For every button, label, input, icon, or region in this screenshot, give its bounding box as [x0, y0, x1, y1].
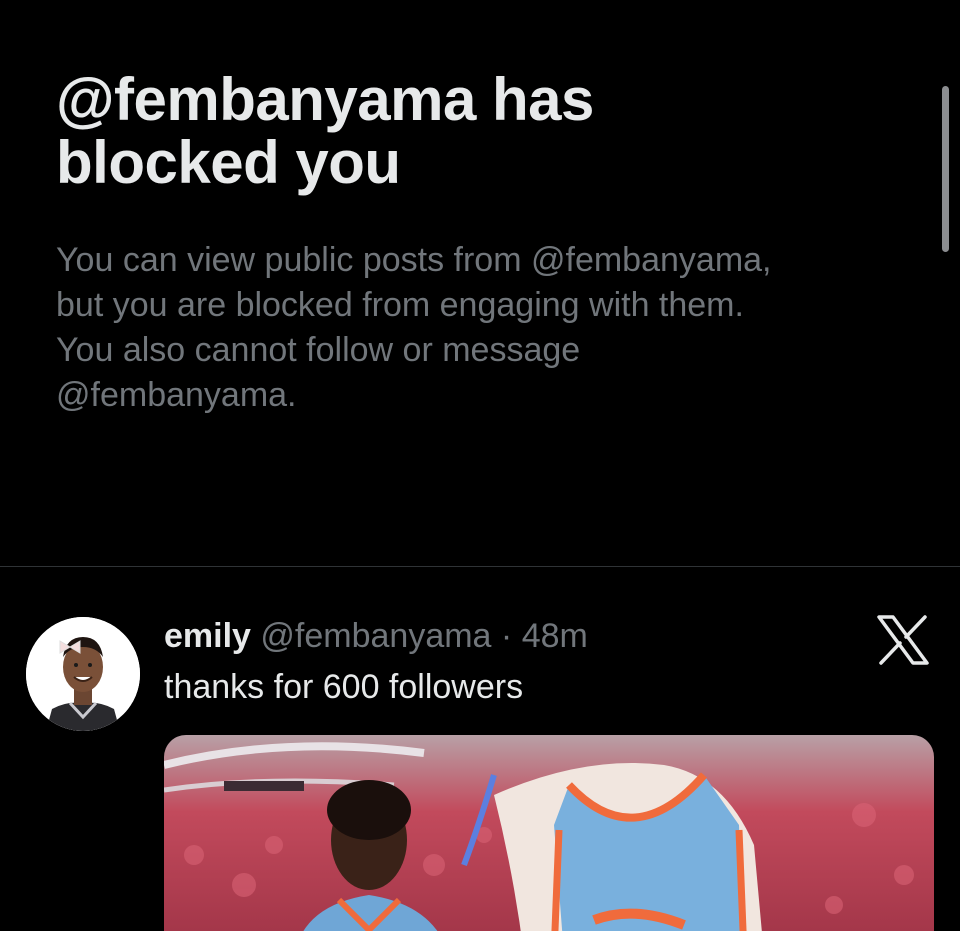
- x-logo-icon[interactable]: [876, 615, 930, 665]
- post-handle[interactable]: @fembanyama: [260, 617, 491, 655]
- scrollbar[interactable]: [942, 86, 949, 252]
- blocked-profile-screen: @fembanyama has blocked you You can view…: [0, 0, 960, 931]
- post-timestamp[interactable]: 48m: [522, 617, 588, 655]
- post-text: thanks for 600 followers: [164, 668, 524, 706]
- post-separator: ·: [500, 617, 513, 655]
- blocked-description: You can view public posts from @fembanya…: [56, 238, 916, 418]
- blocked-description-line: You also cannot follow or message: [56, 331, 581, 369]
- blocked-title: @fembanyama has blocked you: [56, 70, 916, 193]
- post-media-image: [164, 735, 934, 931]
- post-media[interactable]: [164, 735, 934, 931]
- blocked-description-line: but you are blocked from engaging with t…: [56, 286, 744, 324]
- blocked-title-line: @fembanyama has: [56, 66, 594, 133]
- blocked-notice: @fembanyama has blocked you You can view…: [56, 70, 916, 418]
- blocked-description-line: @fembanyama.: [56, 376, 297, 414]
- avatar[interactable]: [26, 617, 140, 731]
- post-header: emily @fembanyama · 48m: [164, 617, 588, 657]
- blocked-title-line: blocked you: [56, 129, 401, 196]
- post[interactable]: emily @fembanyama · 48m thanks for 600 f…: [0, 567, 960, 931]
- blocked-description-line: You can view public posts from @fembanya…: [56, 241, 772, 279]
- avatar-image: [26, 617, 140, 731]
- post-display-name[interactable]: emily: [164, 617, 251, 655]
